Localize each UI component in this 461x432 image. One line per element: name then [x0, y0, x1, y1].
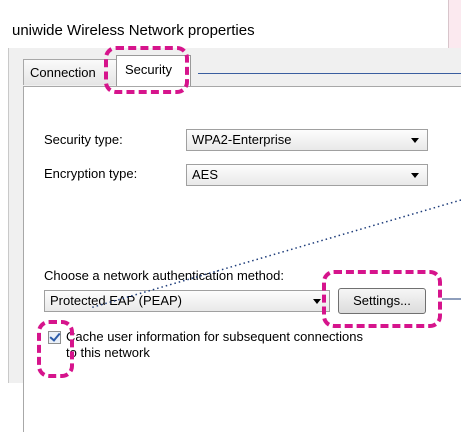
chevron-down-icon	[313, 299, 321, 304]
tab-security-label: Security	[125, 62, 172, 77]
tab-connection-label: Connection	[30, 65, 96, 80]
encryption-type-value: AES	[192, 167, 219, 182]
chevron-down-icon	[411, 138, 419, 143]
encryption-type-select[interactable]: AES	[186, 164, 428, 186]
encryption-type-label: Encryption type:	[44, 166, 138, 181]
titlebar-edge	[448, 0, 461, 48]
cache-user-info-checkbox[interactable]	[48, 330, 61, 344]
auth-method-label: Choose a network authentication method:	[44, 268, 284, 283]
tab-security[interactable]: Security	[116, 55, 191, 86]
auth-method-select[interactable]: Protected EAP (PEAP)	[44, 290, 330, 312]
cache-option-text-line2: to this network	[66, 345, 150, 360]
chevron-down-icon	[411, 173, 419, 178]
checkmark-icon	[49, 330, 61, 342]
security-type-label: Security type:	[44, 132, 123, 147]
auth-method-value: Protected EAP (PEAP)	[50, 293, 182, 308]
window-title: uniwide Wireless Network properties	[12, 22, 255, 39]
security-type-select[interactable]: WPA2-Enterprise	[186, 129, 428, 151]
title-bar: uniwide Wireless Network properties	[0, 0, 461, 48]
settings-button[interactable]: Settings...	[338, 288, 426, 314]
tab-connection[interactable]: Connection	[23, 59, 123, 85]
security-type-value: WPA2-Enterprise	[192, 132, 292, 147]
cache-option-text-line1: Cache user information for subsequent co…	[66, 329, 364, 344]
tab-separator-line	[198, 73, 461, 74]
